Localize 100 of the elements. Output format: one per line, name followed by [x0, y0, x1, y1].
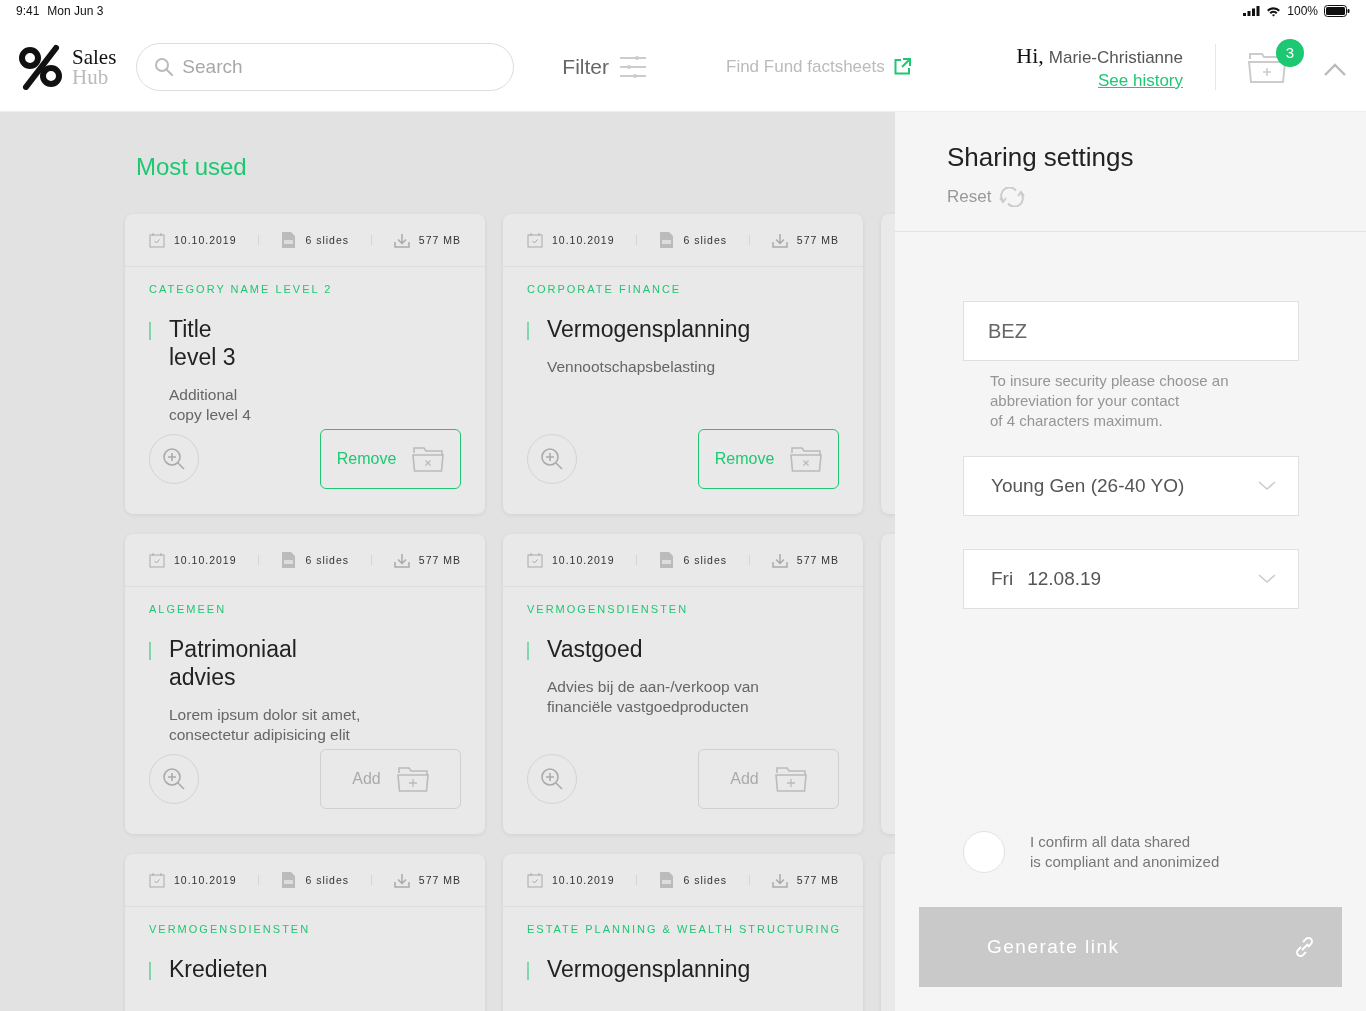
link-icon	[1294, 936, 1316, 958]
battery-icon	[1324, 5, 1350, 17]
slides-count: 6 slides	[305, 234, 349, 246]
category-label: CATEGORY NAME LEVEL 2	[149, 283, 334, 295]
status-date: Mon Jun 3	[47, 4, 104, 18]
logo-icon	[18, 43, 64, 90]
card-title: Patrimoniaal advies	[169, 635, 297, 691]
see-history-link[interactable]: See history	[1097, 70, 1183, 91]
date-text: 10.10.2019	[174, 874, 237, 886]
download-icon	[393, 872, 410, 888]
slides-count: 6 slides	[683, 874, 727, 886]
slides-count: 6 slides	[305, 874, 349, 886]
zoom-button[interactable]	[149, 754, 199, 804]
remove-button[interactable]: Remove	[698, 429, 839, 489]
abbreviation-field[interactable]: BEZ	[963, 301, 1299, 361]
reset-button[interactable]: Reset	[947, 187, 1026, 207]
category-label: CORPORATE FINANCE	[527, 283, 683, 295]
date-text: 10.10.2019	[552, 234, 615, 246]
date-text: 10.10.2019	[174, 234, 237, 246]
factsheets-link[interactable]: Find Fund factsheets	[726, 56, 911, 77]
file-size: 577 MB	[796, 554, 839, 566]
zoom-in-icon	[540, 767, 564, 791]
count-badge: 3	[1276, 38, 1304, 67]
folder-plus-icon[interactable]	[1248, 50, 1286, 83]
card-title: Kredieten	[169, 955, 268, 983]
date-text: 12.08.19	[1027, 568, 1102, 590]
document-icon	[281, 551, 297, 569]
date-text: 10.10.2019	[552, 554, 615, 566]
document-icon	[659, 871, 675, 889]
day-text: Fri	[991, 568, 1014, 590]
battery-level: 100%	[1287, 4, 1318, 18]
file-size: 577 MB	[796, 234, 839, 246]
card-description: Additional copy level 4	[169, 385, 252, 425]
user-name: Marie-Christianne	[1048, 47, 1183, 68]
chevron-up-icon[interactable]	[1324, 63, 1346, 76]
folder-add-icon	[774, 765, 807, 793]
folder-remove-icon	[790, 445, 823, 473]
calendar-icon	[527, 552, 543, 568]
file-size: 577 MB	[418, 234, 461, 246]
download-icon	[771, 232, 788, 248]
document-icon	[659, 231, 675, 249]
filter-button[interactable]: Filter	[562, 54, 646, 79]
date-text: 10.10.2019	[174, 554, 237, 566]
file-size: 577 MB	[418, 554, 461, 566]
chevron-down-icon	[1258, 574, 1276, 584]
folder-add-icon	[396, 765, 429, 793]
status-time: 9:41	[16, 4, 40, 18]
zoom-in-icon	[162, 767, 186, 791]
slides-count: 6 slides	[683, 554, 727, 566]
category-label: ALGEMEEN	[149, 603, 228, 615]
refresh-icon	[999, 187, 1026, 207]
chevron-down-icon	[1258, 481, 1276, 491]
document-icon	[281, 231, 297, 249]
calendar-icon	[149, 232, 165, 248]
zoom-in-icon	[162, 447, 186, 471]
card-description: Advies bij de aan-/verkoop van financiële vastgoedproducten	[547, 677, 760, 717]
category-label: ESTATE PLANNING & WEALTH STRUCTURING	[527, 923, 839, 935]
audience-dropdown[interactable]: Young Gen (26-40 YO)	[963, 456, 1299, 516]
external-link-icon	[893, 58, 911, 75]
remove-button[interactable]: Remove	[320, 429, 461, 489]
add-button[interactable]: Add	[698, 749, 839, 809]
calendar-icon	[527, 872, 543, 888]
panel-title: Sharing settings	[947, 142, 1134, 173]
wifi-icon	[1266, 5, 1282, 17]
zoom-button[interactable]	[149, 434, 199, 484]
file-size: 577 MB	[796, 874, 839, 886]
category-label: VERMOGENSDIENSTEN	[149, 923, 312, 935]
card-title: Vermogensplanning	[547, 955, 751, 983]
slides-count: 6 slides	[305, 554, 349, 566]
zoom-in-icon	[540, 447, 564, 471]
category-label: VERMOGENSDIENSTEN	[527, 603, 690, 615]
zoom-button[interactable]	[527, 434, 577, 484]
calendar-icon	[149, 552, 165, 568]
logo-text: Sales	[72, 46, 117, 67]
calendar-icon	[149, 872, 165, 888]
search-field[interactable]: Search	[136, 42, 515, 91]
card-description: Vennootschapsbelasting	[547, 357, 717, 377]
slides-count: 6 slides	[683, 234, 727, 246]
date-dropdown[interactable]: Fri 12.08.19	[963, 549, 1299, 609]
document-icon	[659, 551, 675, 569]
download-icon	[771, 552, 788, 568]
add-button[interactable]: Add	[320, 749, 461, 809]
greeting-text: Hi,	[1016, 42, 1044, 69]
confirm-label: I confirm all data shared is compliant and anonimized	[1030, 832, 1220, 872]
document-icon	[281, 871, 297, 889]
zoom-button[interactable]	[527, 754, 577, 804]
logo-text: Hub	[72, 66, 110, 87]
card-description: Lorem ipsum dolor sit amet, consectetur adipisicing elit	[169, 705, 362, 745]
file-size: 577 MB	[418, 874, 461, 886]
section-title: Most used	[136, 152, 248, 182]
signal-icon	[1243, 6, 1261, 16]
calendar-icon	[527, 232, 543, 248]
search-icon	[154, 56, 175, 77]
folder-remove-icon	[412, 445, 445, 473]
download-icon	[393, 232, 410, 248]
card-title: Vermogensplanning	[547, 315, 751, 343]
download-icon	[393, 552, 410, 568]
card-title: Vastgoed	[547, 635, 643, 663]
confirm-checkbox[interactable]	[963, 831, 1005, 873]
download-icon	[771, 872, 788, 888]
